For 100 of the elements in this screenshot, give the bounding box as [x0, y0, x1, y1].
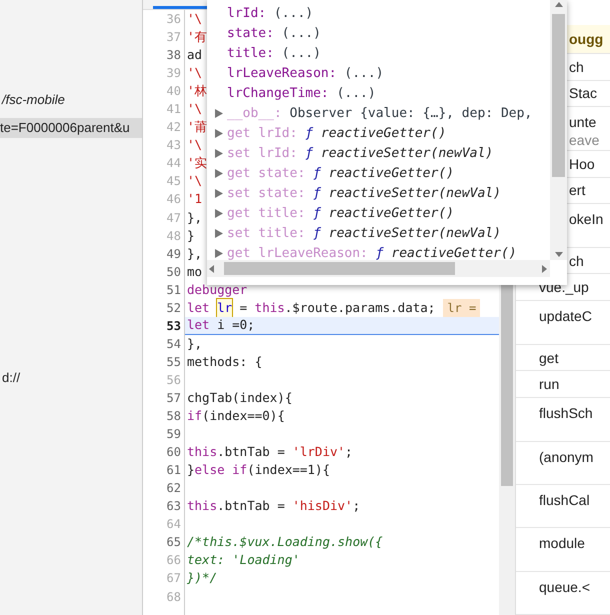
code-text: (index==1){ [247, 461, 330, 480]
code-text: this [187, 497, 218, 516]
row-text: unte [569, 113, 598, 132]
code-text: mo [187, 262, 202, 281]
row-text: eave [569, 131, 600, 150]
row-text: ougg [569, 30, 604, 48]
code-text: '\ [187, 172, 202, 190]
property-entry[interactable]: get lrId: ƒ reactiveGetter() [215, 123, 550, 143]
code-text: ad [187, 46, 202, 64]
line-number[interactable]: 63 [166, 497, 181, 516]
line-number[interactable]: 58 [166, 407, 181, 426]
property-entry[interactable]: lrLeaveReason: (...) [215, 63, 550, 83]
code-text: }, [187, 208, 202, 227]
code-text: ; [345, 443, 353, 462]
row-text: (anonym [539, 448, 594, 466]
property-entry[interactable]: set title: ƒ reactiveSetter(newVal) [215, 223, 550, 243]
property-entry[interactable]: __ob__: Observer {value: {…}, dep: Dep, [215, 103, 550, 123]
row-text: updateC [539, 307, 593, 326]
call-stack-row[interactable]: get [516, 344, 610, 372]
code-token[interactable]: lr [217, 298, 232, 317]
row-text: ch [569, 252, 585, 270]
code-text: chgTab(index){ [187, 389, 292, 407]
code-text: '林 [187, 82, 208, 100]
property-entry[interactable]: set state: ƒ reactiveSetter(newVal) [215, 183, 550, 203]
code-text: debugger [187, 280, 248, 299]
property-entry[interactable]: get lrLeaveReason: ƒ reactiveGetter() [215, 243, 550, 260]
expand-triangle-icon [215, 228, 223, 238]
property-entry[interactable]: get title: ƒ reactiveGetter() [215, 203, 550, 223]
expand-triangle-icon [215, 248, 223, 258]
call-stack-row[interactable]: (anonym [516, 442, 610, 485]
code-text: .btnTab = [217, 497, 285, 516]
code-text: i =0; [217, 316, 255, 334]
row-text: get [539, 348, 560, 367]
scroll-left-icon[interactable] [207, 264, 217, 274]
property-entry[interactable]: lrId: (...) [215, 3, 550, 23]
line-number[interactable]: 61 [166, 461, 181, 480]
row-text: vue._up [539, 278, 590, 296]
code-text: '莆 [187, 118, 208, 136]
code-text: 'hisDiv' [292, 497, 353, 516]
code-text: } [187, 461, 195, 480]
row-text: module [539, 534, 586, 552]
code-text: else if [194, 461, 248, 480]
file-tree-item[interactable]: /fsc-mobile [0, 90, 142, 110]
code-text: ; [352, 497, 360, 516]
code-text: '\ [187, 100, 202, 118]
file-tree-item[interactable]: te=F0000006parent&u [0, 118, 142, 138]
code-text: '有 [187, 28, 208, 46]
code-text: '实 [187, 154, 208, 172]
code-text: let [187, 316, 210, 334]
line-number[interactable]: 38 [166, 46, 181, 64]
code-text: }, [187, 334, 202, 353]
row-text: flushCal [539, 490, 591, 509]
code-text: } [187, 226, 195, 245]
line-number[interactable]: 57 [166, 388, 181, 408]
code-text: methods: { [187, 352, 262, 371]
code-text: this [254, 298, 285, 317]
code-text: '\ [187, 136, 202, 154]
code-text: '1 [187, 190, 202, 208]
expand-triangle-icon [215, 208, 223, 218]
line-number[interactable]: 55 [166, 352, 181, 371]
line-number[interactable]: 51 [166, 280, 181, 299]
line-number[interactable]: 53 [166, 316, 181, 335]
code-text: .btnTab = [217, 443, 285, 462]
row-text: flushSch [539, 404, 594, 422]
inline-value: lr = [443, 298, 480, 317]
row-text: ert [569, 181, 586, 200]
code-text: 'lrDiv' [292, 443, 346, 462]
expand-triangle-icon [215, 128, 223, 138]
code-text: text: 'Loading' [187, 551, 300, 570]
line-number[interactable]: 65 [166, 533, 181, 552]
line-number[interactable]: 54 [166, 334, 181, 353]
row-text: queue.< [539, 578, 591, 596]
line-number[interactable]: 60 [166, 443, 181, 462]
row-text: Stac [569, 84, 598, 102]
code-text: .$route.params.data; [284, 298, 436, 317]
line-number[interactable]: 62 [166, 479, 181, 498]
property-entry[interactable]: get state: ƒ reactiveGetter() [215, 163, 550, 183]
code-text: (index==0){ [202, 407, 285, 426]
line-number[interactable]: 59 [166, 425, 181, 444]
property-entry[interactable]: state: (...) [215, 23, 550, 43]
line-number[interactable]: 49 [166, 244, 181, 263]
popover-scrollbar[interactable] [550, 0, 567, 260]
scroll-up-icon[interactable] [554, 0, 564, 10]
code-text: this [187, 443, 218, 462]
line-number[interactable]: 52 [166, 298, 181, 317]
row-text: Hoo [569, 154, 596, 173]
expand-triangle-icon [215, 108, 223, 118]
code-text: '\ [187, 64, 202, 82]
property-entry[interactable]: title: (...) [215, 43, 550, 63]
code-text: = [240, 298, 248, 317]
property-entry[interactable]: set lrId: ƒ reactiveSetter(newVal) [215, 143, 550, 163]
horizontal-scrollbar[interactable] [207, 260, 550, 277]
code-text: })*/ [187, 569, 218, 588]
file-tree-item[interactable]: d:// [0, 368, 142, 388]
call-stack-row[interactable]: queue.< [516, 572, 610, 615]
code-text: if [187, 407, 202, 426]
code-text: let [187, 298, 210, 317]
property-entry[interactable]: lrChangeTime: (...) [215, 83, 550, 103]
line-number[interactable]: 50 [166, 262, 181, 281]
row-text: okeIn [569, 210, 604, 228]
